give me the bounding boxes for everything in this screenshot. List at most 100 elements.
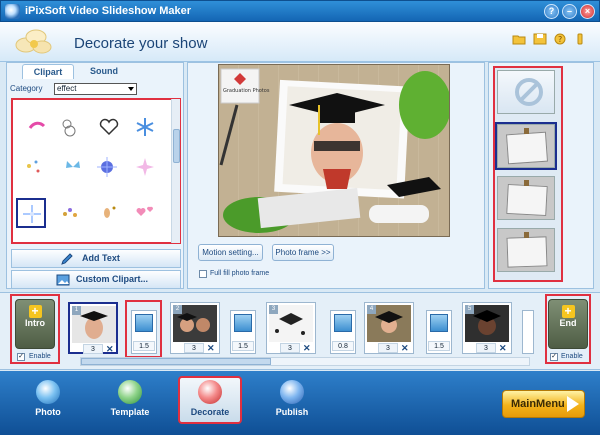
slide-number: 4 — [367, 305, 376, 314]
intro-enable-checkbox[interactable]: ✓ — [17, 353, 25, 361]
plus-icon: + — [561, 305, 575, 318]
intro-button[interactable]: + Intro — [15, 299, 55, 349]
clip-dots-icon[interactable] — [24, 156, 46, 178]
help-button[interactable]: ? — [544, 4, 559, 19]
delete-slide-icon[interactable]: ✕ — [499, 343, 507, 354]
add-text-button[interactable]: Add Text — [11, 249, 181, 268]
delete-slide-icon[interactable]: ✕ — [106, 344, 114, 355]
minimize-button[interactable]: – — [562, 4, 577, 19]
arrow-right-icon — [567, 396, 579, 412]
template-icon — [118, 380, 142, 404]
slide-duration[interactable]: 3 — [378, 343, 398, 353]
clip-pink-swirl-icon[interactable] — [26, 116, 48, 138]
slide-duration[interactable]: 3 — [83, 344, 103, 354]
tab-sound[interactable]: Sound — [78, 64, 130, 79]
slide-duration[interactable]: 3 — [476, 343, 496, 353]
close-button[interactable]: × — [580, 4, 595, 19]
custom-clipart-label: Custom Clipart... — [76, 274, 149, 284]
frame-paper — [506, 183, 548, 217]
nav-publish[interactable]: Publish — [257, 380, 327, 424]
image-icon — [56, 274, 70, 286]
clip-sparkle-icon[interactable] — [134, 156, 156, 178]
slide-duration[interactable]: 3 — [184, 343, 204, 353]
nav-photo[interactable]: Photo — [13, 380, 83, 424]
decorate-heart-icon — [198, 380, 222, 404]
scrollbar-thumb[interactable] — [81, 358, 271, 365]
transition-duration[interactable]: 1.5 — [232, 341, 254, 351]
publish-globe-icon — [280, 380, 304, 404]
clip-star-burst-icon[interactable] — [96, 156, 118, 178]
scrollbar-thumb[interactable] — [173, 129, 180, 163]
pin-icon — [524, 232, 529, 238]
slide-number: 3 — [269, 305, 278, 314]
transition-thumbnail[interactable]: 1.5 — [131, 310, 157, 354]
transition-thumbnail[interactable]: 1.5 — [230, 310, 256, 354]
page-title: Decorate your show — [74, 35, 208, 52]
frame-none[interactable] — [497, 70, 555, 114]
clip-heart-outline-icon[interactable] — [98, 116, 120, 138]
slide-thumbnail[interactable]: 4 3 ✕ — [364, 302, 414, 354]
slide-duration[interactable]: 3 — [280, 343, 300, 353]
transition-thumbnail-partial[interactable] — [522, 310, 534, 354]
clipart-scrollbar[interactable] — [171, 99, 180, 243]
frame-option-1[interactable] — [497, 124, 555, 168]
transition-thumbnail[interactable]: 0.8 — [330, 310, 356, 354]
slide-number: 1 — [72, 306, 81, 315]
slide-thumbnail[interactable]: 5 3 ✕ — [462, 302, 512, 354]
slide-thumbnail[interactable]: 1 3 ✕ — [68, 302, 118, 354]
transition-duration[interactable]: 0.8 — [332, 341, 354, 351]
nav-template-label: Template — [110, 407, 150, 417]
info-icon[interactable] — [573, 33, 587, 45]
category-select[interactable]: effect — [54, 83, 137, 95]
nav-decorate[interactable]: Decorate — [178, 376, 242, 424]
graduation-photo-image: Graduation Photos — [219, 65, 449, 236]
end-button[interactable]: + End — [548, 299, 588, 349]
intro-label: Intro — [25, 318, 45, 328]
nav-decorate-label: Decorate — [190, 407, 230, 417]
slide-number: 2 — [173, 305, 182, 314]
transition-zoom-icon — [334, 314, 352, 332]
end-enable-checkbox[interactable]: ✓ — [550, 353, 558, 361]
clip-snowflake-icon[interactable] — [134, 116, 156, 138]
clip-butterfly-icon[interactable] — [62, 156, 84, 178]
nav-template[interactable]: Template — [95, 380, 165, 424]
transition-frame-icon — [430, 314, 448, 332]
photo-frame-button[interactable]: Photo frame >> — [272, 244, 334, 261]
transition-duration[interactable]: 1.5 — [133, 341, 155, 351]
folder-icon[interactable] — [512, 33, 526, 45]
pin-icon — [524, 128, 529, 134]
save-icon[interactable] — [533, 33, 547, 45]
end-label: End — [559, 318, 577, 328]
end-enable-label: Enable — [561, 353, 583, 360]
motion-setting-button[interactable]: Motion setting... — [198, 244, 263, 261]
frame-option-2[interactable] — [497, 176, 555, 220]
add-text-label: Add Text — [82, 253, 120, 263]
pin-icon — [524, 180, 529, 186]
delete-slide-icon[interactable]: ✕ — [303, 343, 311, 354]
clip-hearts-icon[interactable] — [134, 202, 156, 224]
category-label: Category — [10, 84, 43, 93]
main-menu-button[interactable]: MainMenu — [502, 390, 585, 418]
delete-slide-icon[interactable]: ✕ — [207, 343, 215, 354]
help-icon[interactable]: ? — [553, 33, 567, 45]
clip-glitter-icon[interactable] — [60, 202, 82, 224]
delete-slide-icon[interactable]: ✕ — [401, 343, 409, 354]
slide-preview[interactable]: Graduation Photos — [218, 64, 450, 237]
transition-duration[interactable]: 1.5 — [428, 341, 450, 351]
transition-thumbnail[interactable]: 1.5 — [426, 310, 452, 354]
frame-option-3[interactable] — [497, 228, 555, 272]
clip-selected-sparkle[interactable] — [16, 198, 46, 228]
app-icon — [5, 4, 20, 19]
full-fill-checkbox[interactable] — [199, 270, 207, 278]
tab-clipart[interactable]: Clipart — [22, 64, 74, 79]
timeline-scrollbar[interactable] — [80, 357, 530, 366]
custom-clipart-button[interactable]: Custom Clipart... — [11, 270, 181, 289]
slide-number: 5 — [465, 305, 474, 314]
clip-blue-star-icon — [23, 205, 41, 223]
slide-thumbnail[interactable]: 3 3 ✕ — [266, 302, 316, 354]
clip-leaves-icon[interactable] — [98, 202, 120, 224]
slide-thumbnail[interactable]: 2 3 ✕ — [170, 302, 220, 354]
clip-bubbles-icon[interactable] — [58, 116, 80, 138]
frame-paper — [506, 131, 548, 165]
transition-bubbles-icon — [135, 314, 153, 332]
